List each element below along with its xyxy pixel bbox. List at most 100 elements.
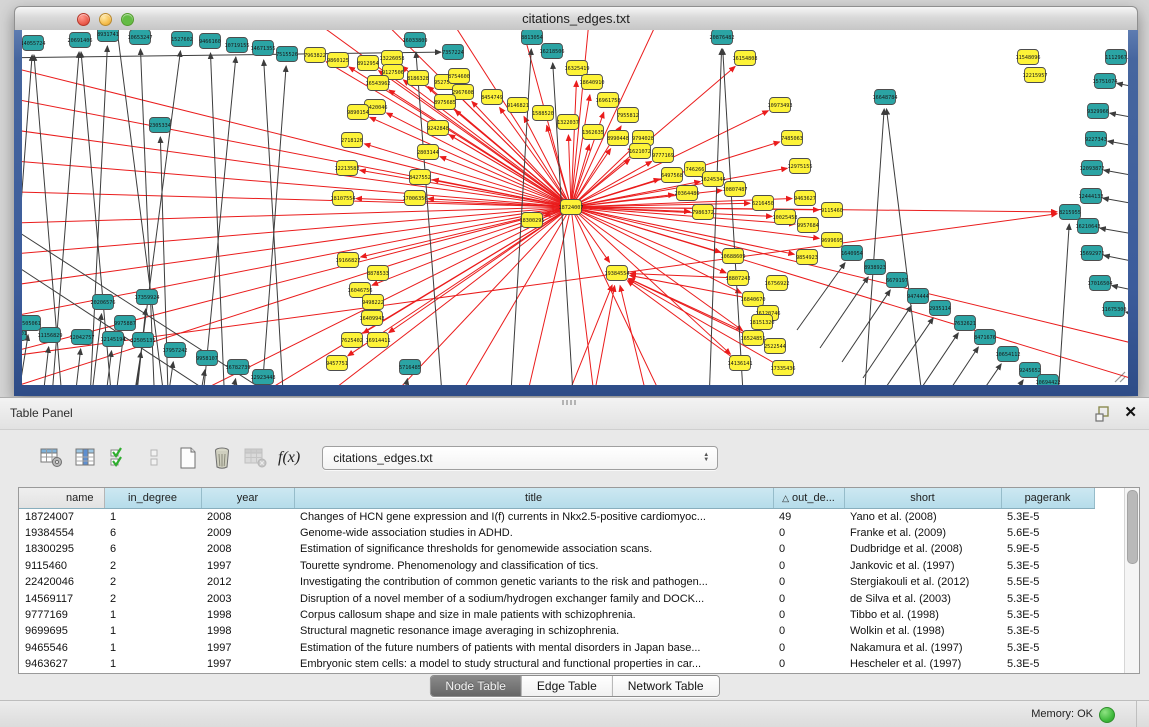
graph-node[interactable]: 8878533 [367, 266, 389, 281]
graph-node[interactable]: 12145194 [101, 332, 126, 347]
graph-edge[interactable] [422, 207, 571, 385]
graph-node[interactable]: 9854923 [796, 250, 818, 265]
graph-node[interactable]: 16210643 [1076, 219, 1101, 234]
column-header-title[interactable]: title [294, 488, 773, 508]
graph-node[interactable]: 16961758 [596, 93, 621, 108]
graph-node[interactable]: 16543962 [366, 76, 391, 91]
graph-node[interactable]: 16524851 [741, 331, 766, 346]
graph-node[interactable]: 17359924 [135, 290, 160, 305]
table-mode-icon[interactable] [38, 445, 65, 471]
graph-node[interactable]: 1588520 [532, 106, 554, 121]
close-panel-icon[interactable]: ✕ [1124, 403, 1137, 423]
graph-node[interactable]: 16325419 [565, 61, 590, 76]
graph-node[interactable]: 10688609 [721, 249, 746, 264]
graph-node[interactable]: 11156829 [38, 328, 63, 343]
graph-node[interactable]: 8754600 [448, 69, 470, 84]
graph-node[interactable]: 8471676 [974, 330, 996, 345]
graph-node[interactable]: 20364486 [675, 186, 700, 201]
memory-status-icon[interactable] [1099, 707, 1115, 723]
column-header-year[interactable]: year [201, 488, 294, 508]
graph-edge[interactable] [568, 135, 571, 207]
graph-edge[interactable] [1103, 198, 1128, 216]
graph-node[interactable]: 20206576 [91, 295, 116, 310]
graph-node[interactable]: 14055724 [22, 36, 46, 51]
graph-node[interactable]: 1640954 [841, 246, 863, 261]
graph-node[interactable]: 14671355 [251, 41, 276, 56]
zoom-window-button[interactable] [121, 13, 134, 26]
table-row[interactable]: 1830029562008Estimation of significance … [19, 541, 1094, 557]
graph-edge[interactable] [797, 263, 845, 330]
graph-edge[interactable] [542, 285, 612, 385]
graph-node[interactable]: 7625402 [341, 333, 363, 348]
table-row[interactable]: 977716911998Corpus callosum shape and si… [19, 607, 1094, 623]
graph-node[interactable]: 9975887 [114, 316, 136, 331]
tab-node-table[interactable]: Node Table [430, 676, 521, 696]
graph-node[interactable]: 9777169 [652, 148, 674, 163]
graph-edge[interactable] [1117, 83, 1128, 100]
graph-node[interactable]: 7963822 [304, 48, 326, 63]
graph-edge[interactable] [952, 364, 1001, 385]
graph-node[interactable]: 16245344 [701, 172, 726, 187]
graph-node[interactable]: 2305334 [149, 118, 171, 133]
graph-node[interactable]: 17016504 [1088, 276, 1113, 291]
graph-node[interactable]: 16756922 [765, 276, 790, 291]
graph-edge[interactable] [264, 60, 287, 385]
graph-node[interactable]: 1621072 [629, 144, 651, 159]
graph-node[interactable]: 8912954 [357, 56, 379, 71]
graph-node[interactable]: 16033809 [403, 33, 428, 48]
graph-edge[interactable] [242, 207, 571, 385]
graph-node[interactable]: 18151320 [750, 315, 775, 330]
graph-node[interactable]: 8975685 [434, 95, 456, 110]
graph-node[interactable]: 10973493 [768, 98, 793, 113]
graph-node[interactable]: 13226058 [380, 51, 405, 66]
graph-node[interactable]: 16782739 [226, 360, 251, 375]
graph-node[interactable]: 10694422 [1036, 375, 1061, 386]
graph-edge[interactable] [571, 207, 602, 385]
graph-node[interactable]: 5716485 [399, 360, 421, 375]
graph-node[interactable]: 17335436 [771, 361, 796, 376]
graph-edge[interactable] [974, 380, 1023, 385]
graph-node[interactable]: 8505061 [22, 316, 41, 331]
graph-node[interactable]: 18807243 [726, 271, 751, 286]
graph-node[interactable]: 9958107 [196, 351, 218, 366]
graph-node[interactable]: 16840670 [741, 292, 766, 307]
graph-edge[interactable] [364, 144, 571, 207]
window-titlebar[interactable]: citations_edges.txt [14, 6, 1138, 31]
graph-node[interactable]: 8427552 [409, 170, 431, 185]
graph-node[interactable]: 12505135 [131, 333, 156, 348]
graph-edge[interactable] [1104, 255, 1128, 275]
graph-node[interactable]: 19384554 [605, 266, 630, 281]
graph-node[interactable]: 9466160 [199, 34, 221, 49]
graph-node[interactable]: 16409943 [360, 311, 385, 326]
graph-node[interactable]: 12975155 [788, 159, 813, 174]
graph-node[interactable]: 6216450 [752, 196, 774, 211]
graph-node[interactable]: 10719155 [225, 38, 250, 53]
table-select-dropdown[interactable]: citations_edges.txt ▲▼ [322, 446, 718, 470]
graph-node[interactable]: 2522544 [764, 339, 786, 354]
graph-node[interactable]: 2718126 [341, 133, 363, 148]
graph-node[interactable]: 12042757 [70, 330, 95, 345]
graph-node[interactable]: 12213583 [335, 161, 360, 176]
column-header-pagerank[interactable]: pagerank [1001, 488, 1094, 508]
graph-edge[interactable] [389, 207, 571, 333]
graph-node[interactable]: 8813054 [521, 30, 543, 45]
graph-node[interactable]: 18724007 [559, 200, 584, 215]
graph-node[interactable]: 10025458 [773, 210, 798, 225]
graph-node[interactable]: 9242848 [427, 121, 449, 136]
graph-node[interactable]: 9498222 [362, 295, 384, 310]
graph-edge[interactable] [390, 379, 407, 385]
graph-node[interactable]: 14136141 [728, 356, 753, 371]
graph-node[interactable]: 9463627 [794, 191, 816, 206]
splitter-grip[interactable] [562, 400, 578, 405]
show-columns-icon[interactable] [72, 445, 99, 471]
graph-edge[interactable] [930, 347, 978, 385]
network-view-canvas[interactable]: 1405572420691406893174110653247152760294… [22, 30, 1128, 385]
graph-node[interactable]: 16218506 [540, 44, 565, 59]
graph-node[interactable]: 9115460 [821, 203, 843, 218]
graph-node[interactable]: 9474444 [907, 289, 929, 304]
graph-edge[interactable] [440, 157, 571, 207]
graph-node[interactable]: 18107554 [331, 191, 356, 206]
graph-node[interactable]: 19166827 [336, 253, 361, 268]
graph-node[interactable]: 10654112 [996, 347, 1021, 362]
graph-node[interactable]: 12215957 [1023, 68, 1048, 83]
